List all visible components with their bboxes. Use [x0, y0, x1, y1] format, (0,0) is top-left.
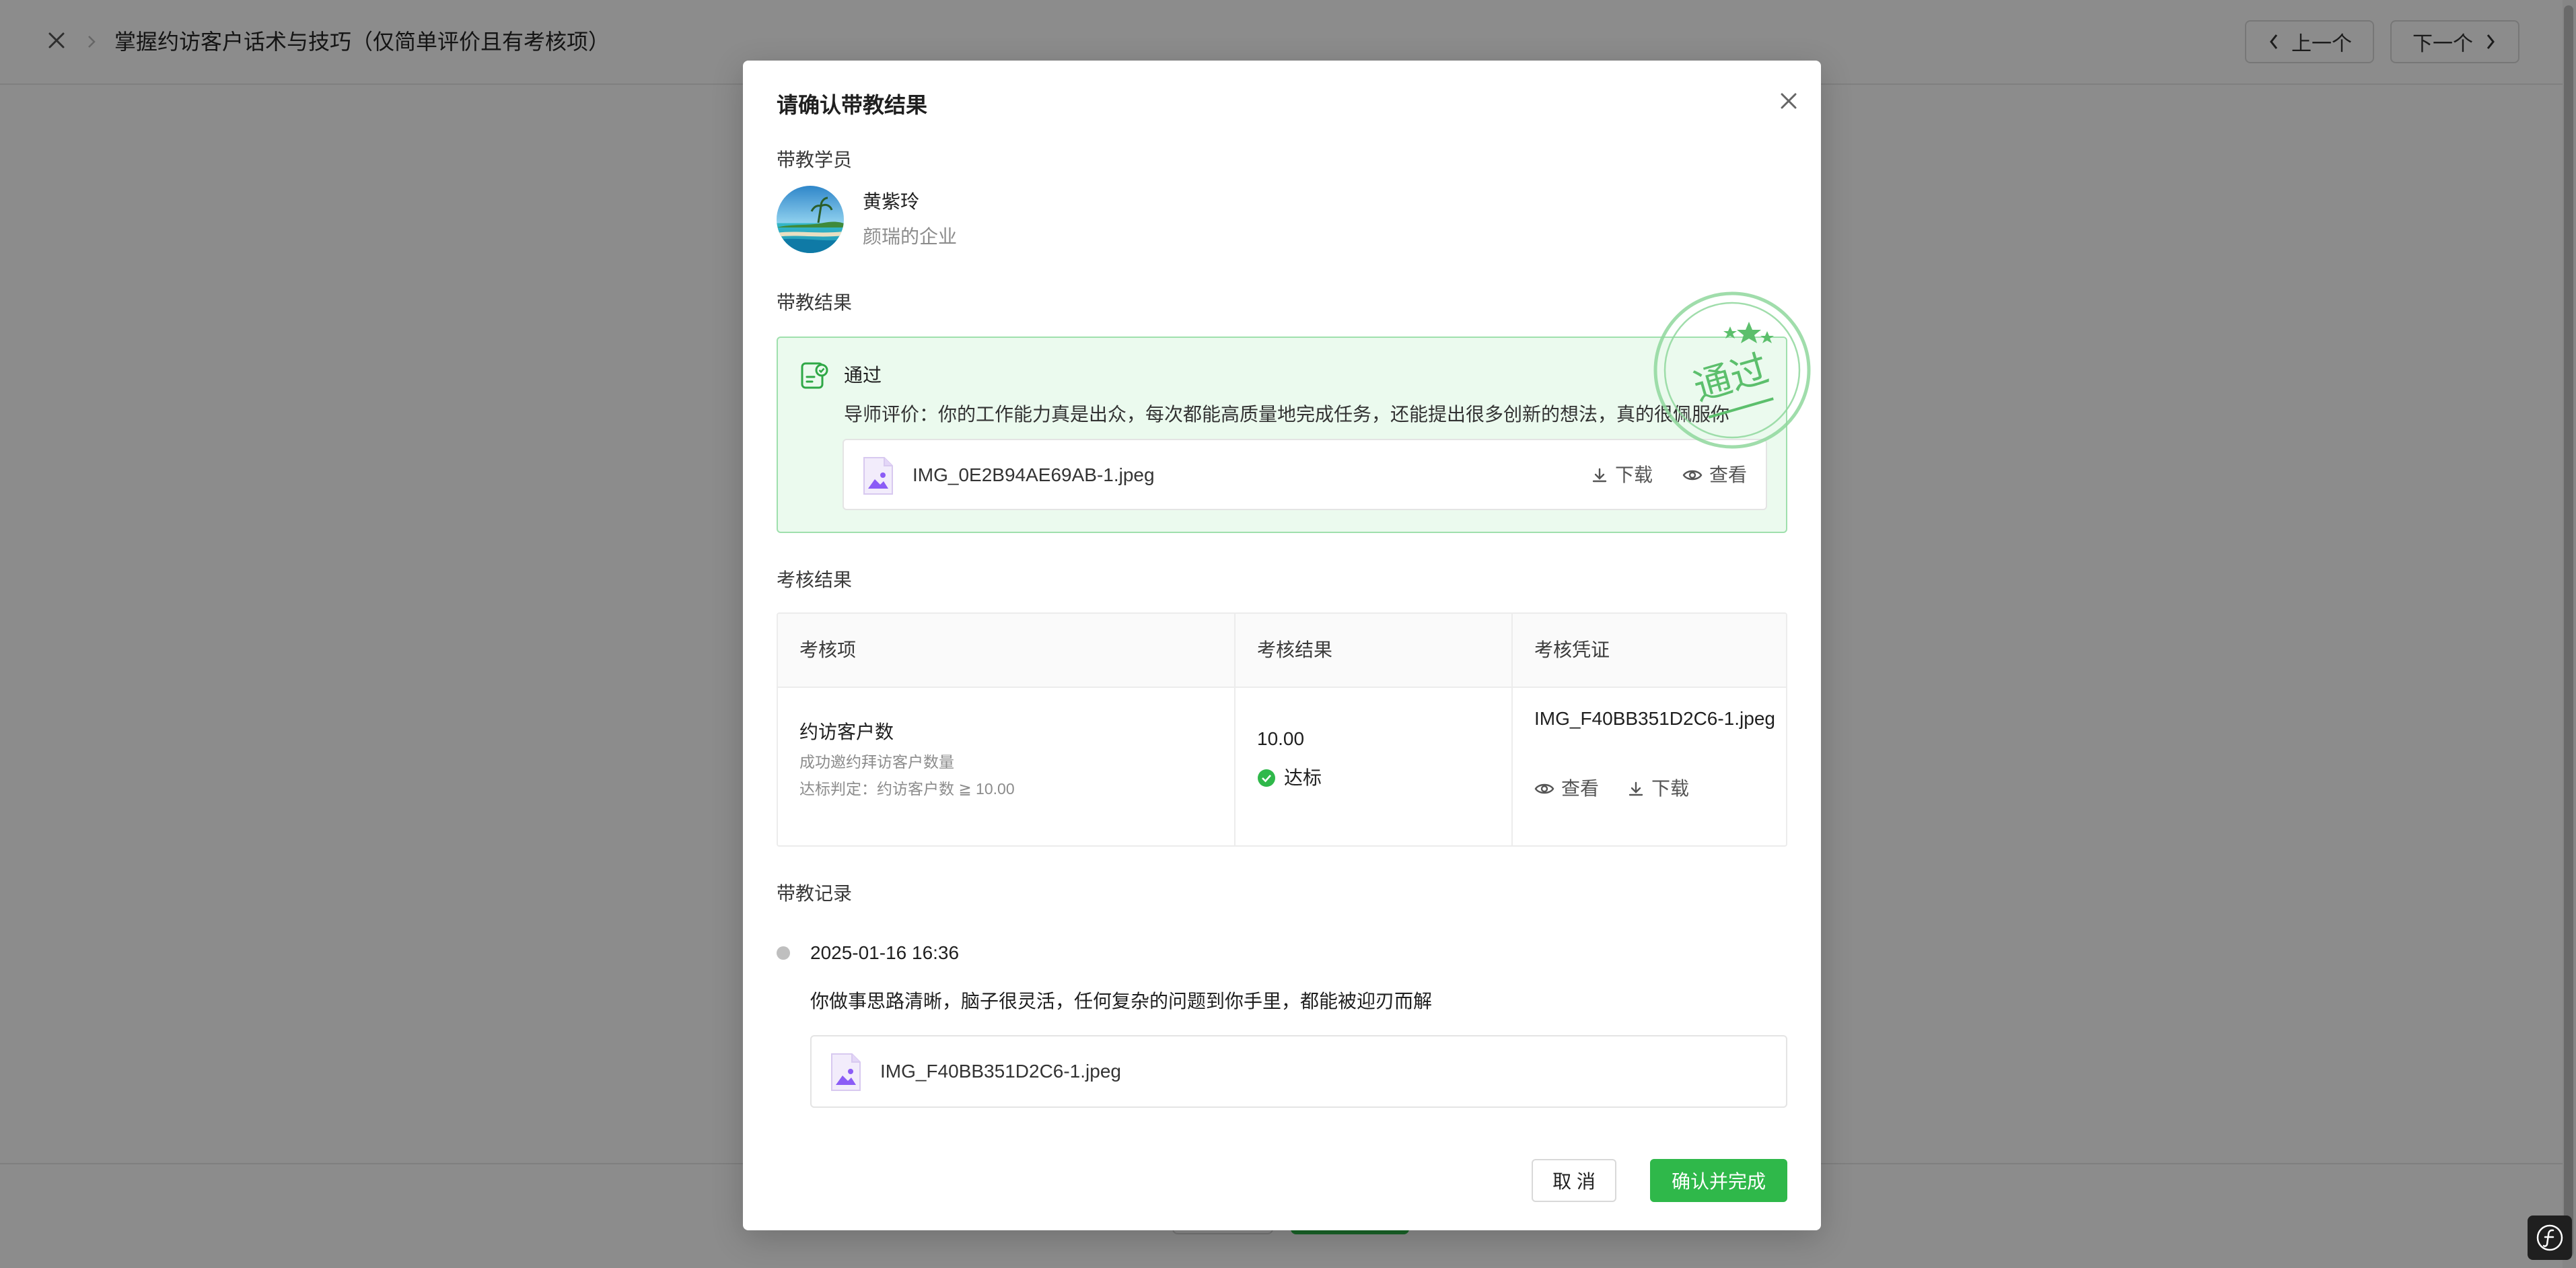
table-header-cert: 考核凭证	[1534, 639, 1610, 660]
result-file-name: IMG_0E2B94AE69AB-1.jpeg	[913, 464, 1155, 485]
exam-item-desc: 成功邀约拜访客户数量	[799, 753, 954, 771]
record-section-label: 带教记录	[777, 883, 853, 904]
modal-title: 请确认带教结果	[777, 93, 928, 117]
exam-status-badge: 达标	[1257, 765, 1322, 791]
image-file-icon	[863, 457, 893, 495]
exam-table: 考核项 考核结果 考核凭证 约访客户数 成功邀约拜访客户数量 达标判定：约访客户…	[777, 612, 1787, 847]
column-separator	[1234, 614, 1236, 845]
exam-cert-view-button[interactable]: 查看	[1534, 775, 1599, 802]
exam-cert-download-button[interactable]: 下载	[1627, 775, 1689, 802]
beach-photo-icon	[777, 186, 844, 253]
view-label: 查看	[1709, 464, 1748, 485]
record-content: 你做事思路清晰，脑子很灵活，任何复杂的问题到你手里，都能被迎刃而解	[810, 991, 1433, 1012]
image-file-icon	[831, 1053, 861, 1091]
confirm-result-modal: 请确认带教结果 带教学员 黄紫玲 颜瑞的企业 带教结果 通过 导师评价：你的工作…	[743, 61, 1821, 1230]
check-circle-icon	[1258, 769, 1275, 787]
exam-status-text: 达标	[1284, 767, 1322, 788]
student-org: 颜瑞的企业	[863, 226, 958, 247]
table-header-result: 考核结果	[1257, 639, 1333, 660]
confirm-complete-button[interactable]: 确认并完成	[1650, 1159, 1787, 1202]
avatar	[777, 186, 844, 253]
download-icon	[1629, 781, 1643, 796]
result-view-button[interactable]: 查看	[1682, 462, 1747, 489]
corner-app-badge[interactable]	[2528, 1216, 2572, 1260]
eye-icon	[1534, 783, 1554, 794]
record-file-name: IMG_F40BB351D2C6-1.jpeg	[880, 1061, 1121, 1082]
exam-value: 10.00	[1257, 728, 1305, 749]
exam-item-rule: 达标判定：约访客户数 ≧ 10.00	[799, 780, 1015, 798]
download-label: 下载	[1651, 778, 1690, 799]
result-section-label: 带教结果	[777, 292, 853, 313]
download-icon	[1592, 468, 1607, 483]
result-download-button[interactable]: 下载	[1591, 462, 1653, 489]
table-header-item: 考核项	[799, 639, 857, 660]
eye-icon	[1682, 470, 1703, 481]
download-label: 下载	[1615, 464, 1653, 485]
checklist-icon	[801, 362, 828, 389]
record-file-row[interactable]: IMG_F40BB351D2C6-1.jpeg	[810, 1035, 1787, 1108]
record-time: 2025-01-16 16:36	[810, 942, 960, 963]
timeline-dot	[777, 946, 790, 960]
cancel-button[interactable]: 取 消	[1532, 1159, 1616, 1202]
student-section-label: 带教学员	[777, 149, 853, 170]
result-box: 通过 导师评价：你的工作能力真是出众，每次都能高质量地完成任务，还能提出很多创新…	[777, 337, 1787, 533]
exam-cert-file-name: IMG_F40BB351D2C6-1.jpeg	[1534, 708, 1775, 729]
student-name: 黄紫玲	[863, 191, 920, 212]
close-icon[interactable]	[1773, 85, 1805, 117]
exam-section-label: 考核结果	[777, 569, 853, 590]
script-f-icon	[2536, 1224, 2563, 1251]
exam-item-name: 约访客户数	[799, 721, 894, 742]
column-separator	[1511, 614, 1513, 845]
result-status: 通过	[844, 365, 882, 386]
view-label: 查看	[1561, 778, 1600, 799]
mentor-comment: 导师评价：你的工作能力真是出众，每次都能高质量地完成任务，还能提出很多创新的想法…	[844, 404, 1730, 425]
result-file-row: IMG_0E2B94AE69AB-1.jpeg 下载 查看	[843, 439, 1767, 510]
